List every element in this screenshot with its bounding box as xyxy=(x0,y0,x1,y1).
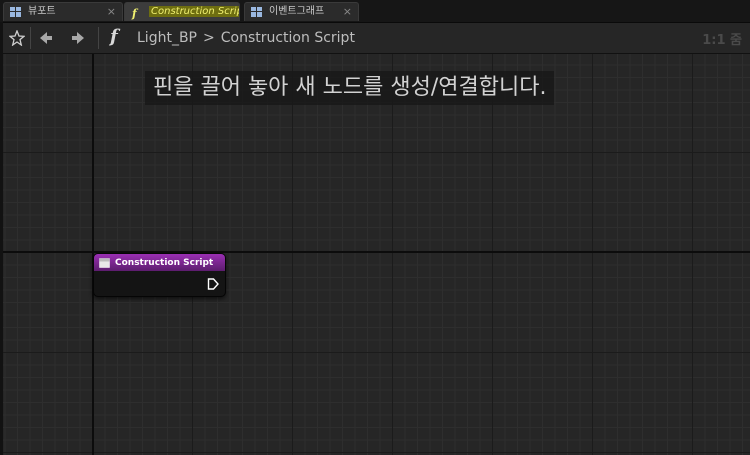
exec-output-pin-icon[interactable] xyxy=(207,278,219,290)
toolbar-separator xyxy=(30,27,31,49)
event-graph-grid-icon xyxy=(251,7,262,17)
tab-bar: 뷰포트 × f Construction Scrip 이벤트그래프 × xyxy=(0,0,750,23)
tab-viewport-label: 뷰포트 xyxy=(28,6,56,17)
tab-viewport[interactable]: 뷰포트 × xyxy=(3,2,123,21)
favorite-star-button[interactable] xyxy=(6,27,28,49)
back-button[interactable] xyxy=(35,27,57,49)
function-icon: f xyxy=(132,7,137,20)
star-icon xyxy=(9,30,25,46)
tab-event-graph[interactable]: 이벤트그래프 × xyxy=(244,2,359,21)
zoom-level: 1:1 줌 xyxy=(702,33,742,48)
graph-hint-text: 핀을 끌어 놓아 새 노드를 생성/연결합니다. xyxy=(145,71,555,105)
breadcrumb-root[interactable]: Light_BP xyxy=(137,30,197,46)
construction-node-icon xyxy=(99,257,110,268)
breadcrumb-current: Construction Script xyxy=(220,30,355,46)
viewport-grid-icon xyxy=(10,7,21,17)
tab-construction-script-label: Construction Scrip xyxy=(149,6,239,17)
breadcrumb: Light_BP > Construction Script xyxy=(137,23,355,53)
tab-event-graph-label: 이벤트그래프 xyxy=(269,6,325,17)
breadcrumb-separator: > xyxy=(203,30,215,46)
forward-button[interactable] xyxy=(67,27,89,49)
node-header: Construction Script xyxy=(94,254,225,271)
toolbar-separator xyxy=(98,27,99,49)
arrow-right-icon xyxy=(72,32,84,44)
tab-event-graph-close-icon[interactable]: × xyxy=(343,3,352,21)
arrow-left-icon xyxy=(40,32,52,44)
tab-construction-script[interactable]: f Construction Scrip xyxy=(124,2,240,21)
node-title: Construction Script xyxy=(115,257,214,268)
construction-script-node[interactable]: Construction Script xyxy=(93,253,226,297)
tab-viewport-close-icon[interactable]: × xyxy=(107,3,116,21)
function-icon: f xyxy=(110,26,118,47)
